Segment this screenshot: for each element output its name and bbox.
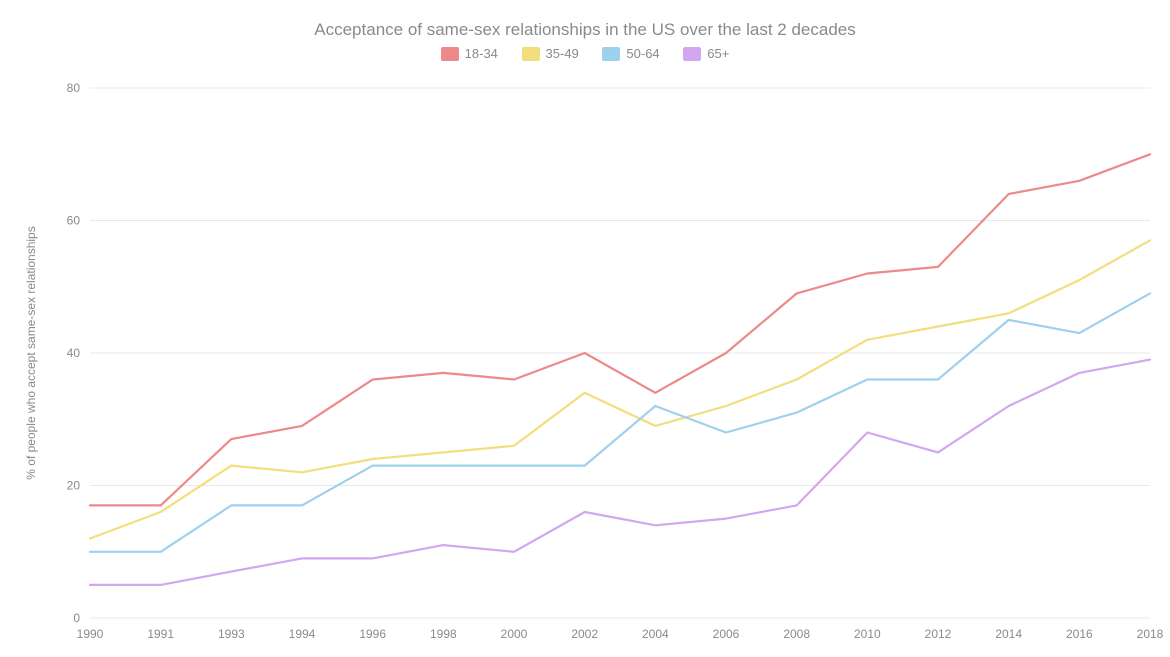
- y-axis: 0 20 40 60 80: [67, 81, 81, 625]
- y-gridlines: [90, 88, 1150, 618]
- x-tick-label: 1993: [218, 627, 245, 641]
- series-line-18-34[interactable]: [90, 154, 1150, 505]
- y-axis-title: % of people who accept same-sex relation…: [24, 226, 38, 479]
- y-tick-label: 60: [67, 214, 81, 228]
- x-tick-label: 2008: [783, 627, 810, 641]
- series-group: [90, 154, 1150, 585]
- x-tick-label: 2010: [854, 627, 881, 641]
- series-line-65plus[interactable]: [90, 360, 1150, 585]
- x-tick-label: 2002: [571, 627, 598, 641]
- x-tick-label: 2006: [713, 627, 740, 641]
- y-tick-label: 40: [67, 346, 81, 360]
- series-line-35-49[interactable]: [90, 240, 1150, 538]
- x-tick-label: 1996: [359, 627, 386, 641]
- x-tick-label: 2016: [1066, 627, 1093, 641]
- x-tick-label: 2000: [501, 627, 528, 641]
- x-tick-label: 1991: [147, 627, 174, 641]
- y-tick-label: 20: [67, 479, 81, 493]
- chart-container: Acceptance of same-sex relationships in …: [0, 0, 1170, 657]
- series-line-50-64[interactable]: [90, 293, 1150, 551]
- x-tick-label: 2018: [1137, 627, 1164, 641]
- x-tick-label: 1998: [430, 627, 457, 641]
- y-tick-label: 80: [67, 81, 81, 95]
- x-axis: 1990 1991 1993 1994 1996 1998 2000 2002 2004 2006…: [77, 627, 1164, 641]
- x-tick-label: 2012: [925, 627, 952, 641]
- x-tick-label: 1994: [289, 627, 316, 641]
- y-tick-label: 0: [73, 611, 80, 625]
- x-tick-label: 1990: [77, 627, 104, 641]
- plot-area[interactable]: 0 20 40 60 80 1990 1991 1993 1994 1996 1998 2000 20…: [0, 0, 1170, 657]
- x-tick-label: 2014: [995, 627, 1022, 641]
- x-tick-label: 2004: [642, 627, 669, 641]
